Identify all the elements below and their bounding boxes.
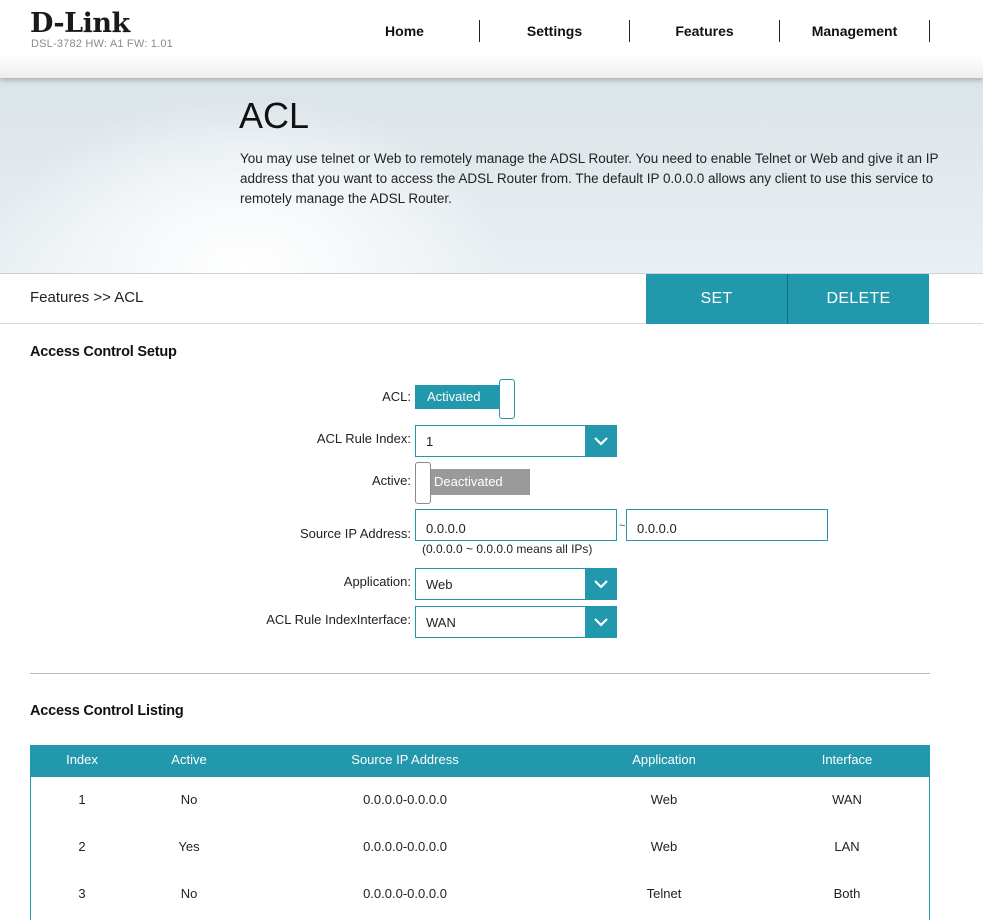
table-row[interactable]: 3 No 0.0.0.0-0.0.0.0 Telnet Both (31, 871, 929, 918)
cell-active: Yes (178, 839, 200, 854)
interface-select[interactable]: WAN (415, 606, 617, 638)
acl-table: Index Active Source IP Address Applicati… (30, 745, 930, 920)
cell-index: 1 (78, 792, 86, 807)
active-label: Active: (371, 473, 411, 488)
active-toggle-state: Deactivated (430, 469, 530, 495)
ip-range-separator: ~ (619, 520, 626, 532)
breadcrumb: Features >> ACL (30, 289, 144, 306)
nav-features[interactable]: Features (630, 20, 780, 42)
listing-section-title: Access Control Listing (30, 703, 184, 719)
acl-toggle-knob[interactable] (499, 379, 515, 419)
col-application: Application (632, 752, 696, 767)
application-label: Application: (343, 574, 411, 589)
table-row[interactable]: 1 No 0.0.0.0-0.0.0.0 Web WAN (31, 777, 929, 824)
chevron-down-icon[interactable] (585, 607, 616, 637)
col-interface: Interface (821, 752, 873, 767)
nav-settings[interactable]: Settings (480, 20, 630, 42)
cell-application: Web (650, 792, 678, 807)
source-ip-start-input[interactable] (415, 509, 617, 541)
top-header: D-Link DSL-3782 HW: A1 FW: 1.01 Home Set… (0, 0, 983, 78)
active-toggle-knob[interactable] (415, 462, 431, 504)
cell-source-ip: 0.0.0.0-0.0.0.0 (363, 839, 447, 854)
interface-label: ACL Rule IndexInterface: (266, 612, 411, 627)
page-description: You may use telnet or Web to remotely ma… (240, 151, 939, 206)
source-ip-end-input[interactable] (626, 509, 828, 541)
setup-section-title: Access Control Setup (30, 344, 177, 360)
page-banner: ACL You may use telnet or Web to remotel… (0, 78, 983, 274)
cell-index: 2 (78, 839, 86, 854)
application-select[interactable]: Web (415, 568, 617, 600)
rule-index-value: 1 (426, 434, 434, 449)
set-button[interactable]: SET (646, 274, 787, 324)
col-index: Index (66, 752, 98, 767)
col-source-ip: Source IP Address (351, 752, 459, 767)
rule-index-label: ACL Rule Index: (316, 431, 411, 446)
cell-active: No (180, 792, 198, 807)
delete-button[interactable]: DELETE (788, 274, 929, 324)
cell-index: 3 (78, 886, 86, 901)
main-nav: Home Settings Features Management (330, 20, 930, 44)
cell-source-ip: 0.0.0.0-0.0.0.0 (363, 792, 447, 807)
acl-toggle[interactable]: Activated (415, 379, 515, 419)
source-ip-hint: (0.0.0.0 ~ 0.0.0.0 means all IPs) (422, 542, 593, 556)
rule-index-select[interactable]: 1 (415, 425, 617, 457)
cell-application: Telnet (646, 886, 682, 901)
acl-label: ACL: (382, 389, 411, 404)
page-title: ACL (239, 95, 310, 136)
nav-management[interactable]: Management (780, 20, 930, 42)
dlink-logo[interactable]: D-Link (30, 8, 130, 39)
nav-home[interactable]: Home (330, 20, 480, 42)
breadcrumb-bar: Features >> ACL SET DELETE (0, 274, 983, 324)
cell-interface: Both (833, 886, 861, 901)
source-ip-label: Source IP Address: (299, 526, 411, 541)
cell-interface: WAN (832, 792, 862, 807)
cell-interface: LAN (834, 839, 860, 854)
section-divider (30, 673, 930, 674)
interface-value: WAN (426, 615, 456, 630)
chevron-down-icon[interactable] (585, 426, 616, 456)
col-active: Active (171, 752, 207, 767)
table-header: Index Active Source IP Address Applicati… (31, 745, 929, 777)
table-row[interactable]: 2 Yes 0.0.0.0-0.0.0.0 Web LAN (31, 824, 929, 871)
application-value: Web (426, 577, 453, 592)
device-model-info: DSL-3782 HW: A1 FW: 1.01 (31, 38, 173, 50)
active-toggle[interactable]: Deactivated (415, 462, 530, 504)
cell-source-ip: 0.0.0.0-0.0.0.0 (363, 886, 447, 901)
cell-application: Web (650, 839, 678, 854)
chevron-down-icon[interactable] (585, 569, 616, 599)
cell-active: No (180, 886, 198, 901)
